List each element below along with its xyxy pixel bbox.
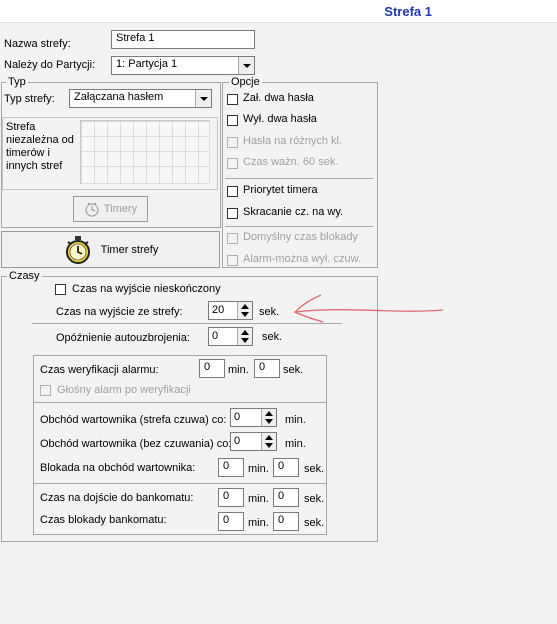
verify-min-input[interactable]: 0 [199,359,225,378]
autoarm-unit: sek. [262,331,283,343]
stopwatch-icon [65,235,90,264]
atm-block-min-input[interactable]: 0 [218,512,244,531]
typ-legend: Typ [6,76,28,88]
loud-alarm-label: Głośny alarm po weryfikacji [57,384,191,396]
guard-block-min-unit: min. [248,463,269,475]
annotation-arrow-icon [293,294,444,323]
window-title: Strefa 1 [384,4,432,19]
option-label-6: Domyślny czas blokady [243,231,358,243]
atm-access-label: Czas na dojście do bankomatu: [40,492,194,504]
option-label-3: Czas ważn. 60 sek. [243,156,339,168]
czasy-legend: Czasy [7,270,42,282]
guard-armed-value: 0 [234,411,241,423]
zone-type-label: Typ strefy: [4,93,55,105]
option-checkbox-4[interactable] [227,185,238,197]
option-label-4: Priorytet timera [243,184,318,196]
option-label-2: Hasła na różnych kl. [243,135,343,147]
chevron-down-icon[interactable] [238,57,254,74]
option-checkbox-5[interactable] [227,207,238,219]
exit-infinite-label: Czas na wyjście nieskończony [72,283,221,295]
chevron-down-icon[interactable] [195,90,211,107]
zone-type-select[interactable]: Załączana hasłem [69,89,212,108]
guard-armed-label: Obchód wartownika (strefa czuwa) co: [40,414,227,426]
atm-access-sec-unit: sek. [304,493,325,505]
exit-time-label: Czas na wyjście ze strefy: [56,306,183,318]
spinner-buttons[interactable] [261,409,276,426]
exit-time-unit: sek. [259,306,280,318]
option-label-1: Wył. dwa hasła [243,113,317,125]
exit-infinite-checkbox[interactable] [55,284,66,298]
option-checkbox-3[interactable] [227,157,238,169]
loud-alarm-checkbox[interactable] [40,385,51,399]
atm-block-min-unit: min. [248,517,269,529]
guard-unarmed-spinner[interactable]: 0 [230,432,277,451]
options-list: Zał. dwa hasła Wył. dwa hasła Hasła na r… [223,84,377,266]
partition-select-value: 1: Partycja 1 [116,58,178,70]
option-checkbox-6[interactable] [227,232,238,244]
atm-access-sec-input[interactable]: 0 [273,488,299,507]
atm-block-sec-input[interactable]: 0 [273,512,299,531]
option-checkbox-1[interactable] [227,114,238,126]
verify-sec-unit: sek. [283,364,304,376]
clock-icon [85,202,99,217]
timer-zone-button[interactable]: Timer strefy [1,231,220,268]
independent-zone-text: Strefa niezależna od timerów i innych st… [6,121,74,172]
guard-armed-spinner[interactable]: 0 [230,408,277,427]
atm-access-min-input[interactable]: 0 [218,488,244,507]
guard-unarmed-value: 0 [234,435,241,447]
zone-name-input[interactable]: Strefa 1 [111,30,255,49]
autoarm-label: Opóźnienie autouzbrojenia: [56,332,190,344]
atm-access-min-unit: min. [248,493,269,505]
exit-time-value: 20 [212,304,225,316]
timers-button[interactable]: Timery [73,196,148,222]
zone-type-value: Załączana hasłem [74,91,164,103]
option-checkbox-0[interactable] [227,93,238,105]
guard-block-min-input[interactable]: 0 [218,458,244,477]
verify-min-unit: min. [228,364,249,376]
guard-block-sec-input[interactable]: 0 [273,458,299,477]
autoarm-value: 0 [212,330,219,342]
spinner-buttons[interactable] [261,433,276,450]
option-label-0: Zał. dwa hasła [243,92,314,104]
verify-sec-input[interactable]: 0 [254,359,280,378]
guard-unarmed-unit: min. [285,438,306,450]
timers-button-label: Timery [103,203,138,215]
partition-select[interactable]: 1: Partycja 1 [111,56,255,75]
title-divider [0,22,557,23]
option-checkbox-7[interactable] [227,254,238,266]
guard-armed-unit: min. [285,414,306,426]
options-separator [225,226,373,227]
guard-unarmed-label: Obchód wartownika (bez czuwania) co: [40,438,232,450]
atm-block-label: Czas blokady bankomatu: [40,514,167,526]
spinner-buttons[interactable] [237,302,252,319]
option-label-5: Skracanie cz. na wy. [243,206,344,218]
option-checkbox-2[interactable] [227,136,238,148]
options-separator [225,178,373,179]
zone-name-label: Nazwa strefy: [4,38,71,50]
verify-label: Czas weryfikacji alarmu: [40,364,159,376]
title-bar [0,0,557,22]
atm-block-sec-unit: sek. [304,517,325,529]
timer-zone-button-label: Timer strefy [100,243,159,256]
spinner-buttons[interactable] [237,328,252,345]
exit-time-spinner[interactable]: 20 [208,301,253,320]
timer-grid [80,120,210,184]
option-label-7: Alarm-można wył. czuw. [243,253,361,265]
partition-label: Należy do Partycji: [4,59,96,71]
guard-block-label: Blokada na obchód wartownika: [40,462,196,474]
guard-block-sec-unit: sek. [304,463,325,475]
autoarm-spinner[interactable]: 0 [208,327,253,346]
